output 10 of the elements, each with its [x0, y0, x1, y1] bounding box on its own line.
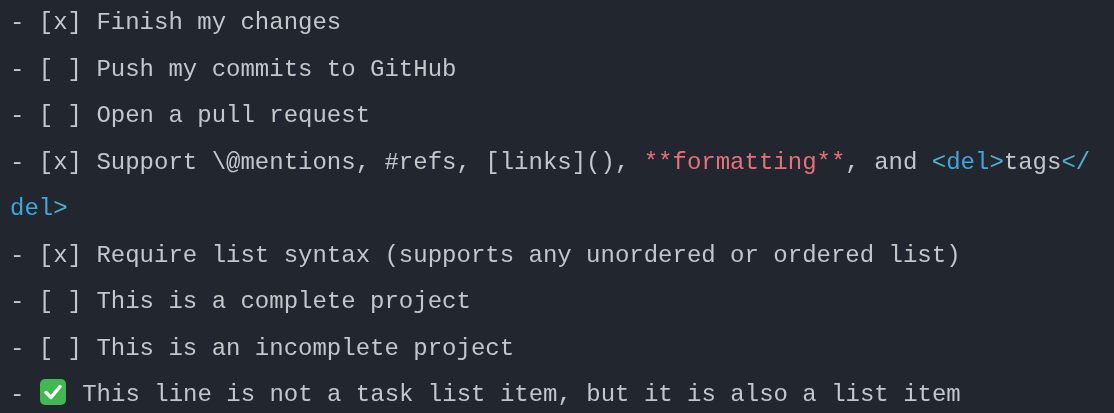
code-line: - [ ] This is a complete project [10, 287, 471, 317]
code-line: - [ ] This is an incomplete project [10, 333, 515, 364]
check-mark-icon [39, 378, 68, 406]
code-line: - [x] Support \@mentions, #refs, [links](), **formatting**, and <del>tags</ [10, 147, 1091, 178]
code-line: - [x] Finish my changes [10, 8, 342, 38]
code-line: del> [10, 194, 68, 224]
code-line: - [ ] Push my commits to GitHub [10, 54, 457, 85]
code-line: - This line is not a task list item, but it is also a list item [10, 372, 961, 413]
code-line: - [x] Require list syntax (supports any unordered or ordered list) [10, 240, 961, 271]
code-line: - [ ] Open a pull request [10, 101, 371, 131]
